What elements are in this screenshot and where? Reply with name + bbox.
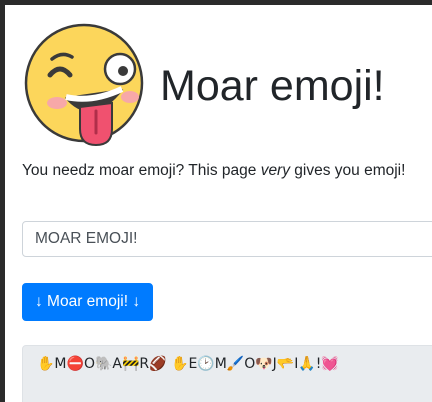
tagline-text-before: You needz moar emoji? This page: [22, 162, 261, 179]
tagline-emphasis: very: [260, 162, 290, 179]
emoji-text-input[interactable]: [22, 221, 432, 257]
page: Moar emoji! You needz moar emoji? This p…: [5, 5, 432, 402]
tagline: You needz moar emoji? This page very giv…: [22, 160, 405, 182]
winking-tongue-face-icon: [24, 23, 144, 147]
header: Moar emoji!: [22, 19, 432, 149]
moar-emoji-button[interactable]: ↓ Moar emoji! ↓: [22, 283, 154, 321]
emoji-output-box: ✋M⛔O🐘A🚧R🏈 ✋E🕑M🖌️O🐶J🫳I🙏!💓: [22, 345, 432, 402]
emoji-output-text: ✋M⛔O🐘A🚧R🏈 ✋E🕑M🖌️O🐶J🫳I🙏!💓: [37, 356, 339, 372]
tagline-text-after: gives you emoji!: [289, 162, 406, 179]
page-title: Moar emoji!: [160, 62, 385, 110]
